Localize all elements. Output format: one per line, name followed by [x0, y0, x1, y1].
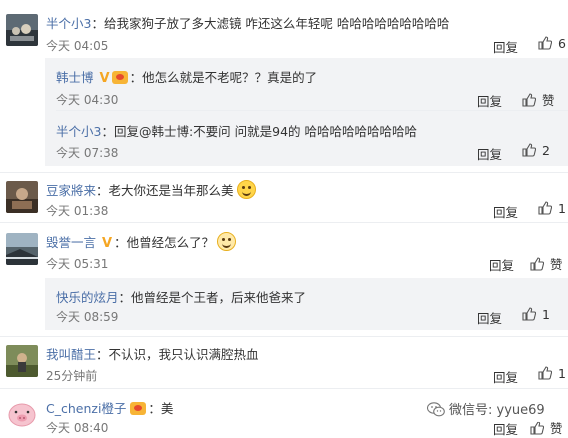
reply-time: 今天 08:59	[56, 310, 119, 324]
like-count: 1	[542, 307, 550, 322]
comment-text: ：老大你还是当年那么美	[96, 183, 234, 198]
comment-time: 25分钟前	[46, 369, 98, 383]
username[interactable]: 豆家將来	[46, 183, 96, 198]
divider	[0, 388, 568, 389]
comment-text: ：不认识，我只认识满腔热血	[96, 347, 259, 362]
like-count: 1	[558, 366, 566, 381]
reply-button[interactable]: 回复	[493, 367, 518, 386]
comment-time: 今天 05:31	[46, 257, 109, 271]
username[interactable]: 我叫醋王	[46, 347, 96, 362]
username[interactable]: 半个小3	[56, 124, 101, 139]
thumb-up-icon	[530, 421, 545, 438]
reply-thread: 快乐的炫月：他曾经是个王者，后来他爸来了 今天 08:59 回复 1	[45, 278, 568, 330]
reply-thread: 韩士博 V ：他怎么就是不老呢？？真是的了 今天 04:30 回复 赞 半个小3：…	[45, 58, 568, 166]
comment-time: 今天 01:38	[46, 204, 109, 218]
comment-text: ：美	[148, 401, 174, 416]
watermark: 微信号: yyue69	[424, 398, 548, 422]
avatar[interactable]	[6, 181, 38, 213]
username[interactable]: 韩士博	[56, 70, 94, 85]
username[interactable]: 毁誉一言	[46, 235, 96, 250]
level-badge-icon	[111, 71, 128, 84]
smile-emoji-icon	[236, 180, 256, 199]
thumb-up-icon	[538, 36, 553, 53]
username[interactable]: 半个小3	[46, 16, 91, 31]
reply-button[interactable]: 回复	[489, 255, 514, 274]
verified-badge-icon: V	[102, 236, 113, 251]
divider	[0, 336, 568, 337]
like-button[interactable]: 6	[538, 36, 566, 53]
avatar[interactable]	[6, 233, 38, 265]
reply-button[interactable]: 回复	[477, 308, 502, 327]
comment-time: 今天 04:05	[46, 39, 109, 53]
reply-button[interactable]: 回复	[493, 202, 518, 221]
thumb-up-icon	[530, 257, 545, 274]
divider	[0, 222, 568, 223]
reply-button[interactable]: 回复	[493, 37, 518, 56]
comment-time: 今天 08:40	[46, 421, 109, 435]
like-button[interactable]: 1	[522, 307, 550, 324]
avatar[interactable]	[6, 397, 38, 429]
wechat-icon	[426, 402, 445, 421]
like-count: 赞	[550, 257, 563, 272]
comment-text: ：他曾经怎么了？	[114, 235, 215, 250]
divider	[0, 172, 568, 173]
reply-text: ：他怎么就是不老呢？？真是的了	[129, 70, 318, 85]
like-count: 6	[558, 36, 566, 51]
thumb-up-icon	[522, 143, 537, 160]
divider	[56, 110, 568, 111]
reply-button[interactable]: 回复	[477, 91, 502, 110]
like-button[interactable]: 2	[522, 143, 550, 160]
like-button[interactable]: 赞	[522, 90, 555, 110]
reply-time: 今天 04:30	[56, 93, 119, 107]
cat-emoji-icon	[217, 232, 237, 251]
thumb-up-icon	[538, 201, 553, 218]
like-count: 2	[542, 143, 550, 158]
level-badge-icon	[130, 402, 147, 415]
like-button[interactable]: 1	[538, 201, 566, 218]
thumb-up-icon	[538, 366, 553, 383]
avatar[interactable]	[6, 14, 38, 46]
reply-text: ：回复@韩士博:不要问 问就是94的 哈哈哈哈哈哈哈哈哈	[101, 124, 418, 139]
like-count: 赞	[542, 93, 555, 108]
comment-text: ：给我家狗子放了多大滤镜 咋还这么年轻呢 哈哈哈哈哈哈哈哈哈	[91, 16, 450, 31]
reply-time: 今天 07:38	[56, 146, 119, 160]
like-button[interactable]: 1	[538, 366, 566, 383]
avatar[interactable]	[6, 345, 38, 377]
watermark-text: 微信号: yyue69	[449, 403, 545, 418]
reply-text: ：他曾经是个王者，后来他爸来了	[118, 290, 307, 305]
thumb-up-icon	[522, 307, 537, 324]
username[interactable]: 快乐的炫月	[56, 290, 119, 305]
verified-badge-icon: V	[99, 71, 110, 86]
like-count: 1	[558, 201, 566, 216]
thumb-up-icon	[522, 93, 537, 110]
reply-button[interactable]: 回复	[477, 144, 502, 163]
username[interactable]: C_chenzi橙子	[46, 401, 126, 416]
like-button[interactable]: 赞	[530, 254, 563, 274]
